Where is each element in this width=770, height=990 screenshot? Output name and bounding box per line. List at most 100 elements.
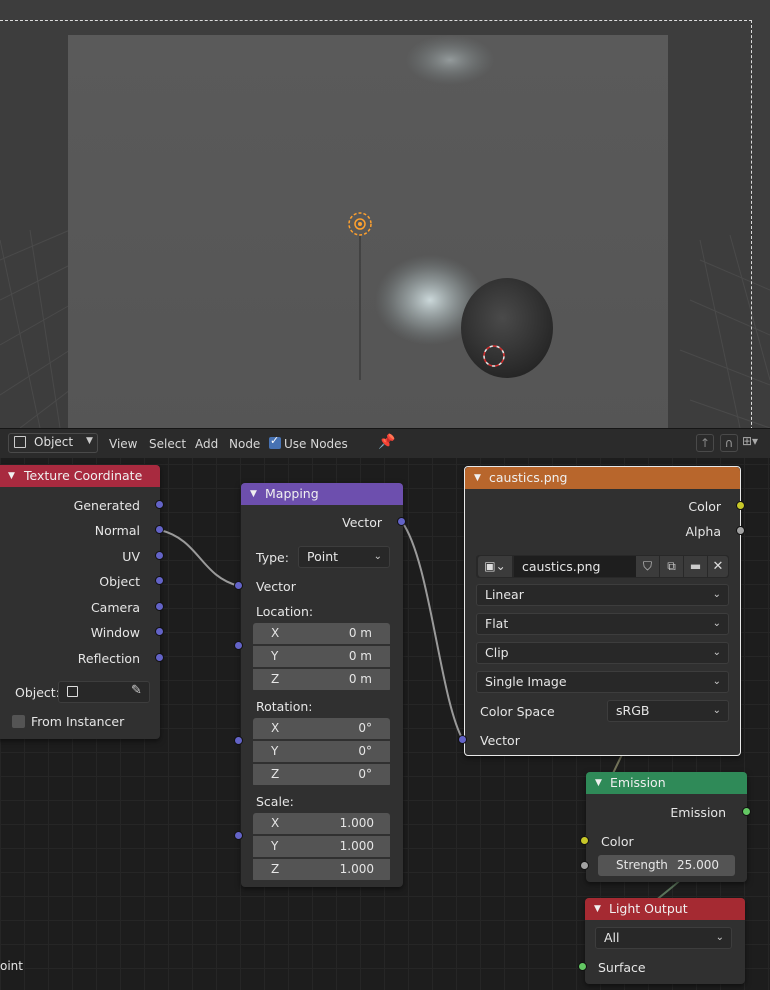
socket-emission-out[interactable] (742, 807, 751, 816)
field-value: 0 m (348, 649, 372, 663)
image-texture-header[interactable]: ▼ caustics.png (465, 467, 740, 489)
projection-dropdown[interactable]: Flat ⌄ (476, 613, 729, 635)
duplicate-icon[interactable]: ⧉ (660, 556, 683, 577)
use-nodes-checkbox[interactable]: ✓ (269, 434, 281, 449)
location-y-field[interactable]: Y 0 m (253, 646, 390, 667)
texture-coordinate-header[interactable]: ▼ Texture Coordinate (0, 465, 160, 487)
close-icon[interactable]: ✕ (708, 556, 728, 577)
snap-element-icon[interactable]: ⊞▾ (742, 434, 758, 448)
socket-emission-strength[interactable] (580, 861, 589, 870)
object-field[interactable]: ✎ (58, 681, 150, 703)
strength-field[interactable]: Strength 25.000 (598, 855, 735, 876)
socket-uv[interactable] (155, 551, 164, 560)
parent-node-tree-icon[interactable]: ↑ (696, 434, 714, 452)
socket-location[interactable] (234, 641, 243, 650)
socket-mapping-vector-out[interactable] (397, 517, 406, 526)
socket-image-color[interactable] (736, 501, 745, 510)
scale-z-field[interactable]: Z 1.000 (253, 859, 390, 880)
socket-surface[interactable] (578, 962, 587, 971)
output-window-label: Window (90, 625, 140, 640)
socket-camera[interactable] (155, 602, 164, 611)
socket-mapping-vector-in[interactable] (234, 581, 243, 590)
image-name-field[interactable]: caustics.png (514, 556, 636, 577)
mapping-type-value: Point (307, 549, 339, 564)
field-value: 0° (358, 721, 372, 735)
scale-y-field[interactable]: Y 1.000 (253, 836, 390, 857)
mapping-header[interactable]: ▼ Mapping (241, 483, 403, 505)
field-value: 1.000 (339, 816, 374, 830)
field-value: 0° (358, 744, 372, 758)
menu-add[interactable]: Add (195, 436, 218, 452)
output-camera-label: Camera (90, 600, 140, 615)
menu-view[interactable]: View (109, 436, 137, 452)
camera-frame (0, 20, 752, 428)
field-value: 0 m (348, 672, 372, 686)
socket-image-vector-in[interactable] (458, 735, 467, 744)
socket-image-alpha[interactable] (736, 526, 745, 535)
socket-emission-color[interactable] (580, 836, 589, 845)
socket-scale[interactable] (234, 831, 243, 840)
location-z-field[interactable]: Z 0 m (253, 669, 390, 690)
strength-label: Strength (616, 858, 668, 872)
collapse-triangle-icon[interactable]: ▼ (8, 465, 15, 487)
snapping-icon[interactable]: ∩ (720, 434, 738, 452)
type-label: Type: (256, 550, 289, 565)
socket-window[interactable] (155, 627, 164, 636)
field-value: 0 m (348, 626, 372, 640)
socket-rotation[interactable] (234, 736, 243, 745)
chevron-down-icon: ⌄ (712, 676, 721, 687)
rotation-x-field[interactable]: X 0° (253, 718, 390, 739)
interpolation-dropdown[interactable]: Linear ⌄ (476, 584, 729, 606)
mapping-type-dropdown[interactable]: Point ⌄ (298, 546, 390, 568)
socket-object[interactable] (155, 576, 164, 585)
chevron-down-icon: ⌄ (373, 551, 382, 562)
collapse-triangle-icon[interactable]: ▼ (595, 772, 602, 794)
rotation-z-field[interactable]: Z 0° (253, 764, 390, 785)
axis-label: Z (271, 862, 280, 876)
emission-header[interactable]: ▼ Emission (586, 772, 747, 794)
extension-dropdown[interactable]: Clip ⌄ (476, 642, 729, 664)
emission-color-label: Color (601, 834, 634, 849)
shader-type-select[interactable]: Object ▼ (8, 433, 98, 453)
chevron-down-icon: ⌄ (712, 618, 721, 629)
image-selector[interactable]: ▣⌄ caustics.png ⛉ ⧉ ▬ ✕ (476, 555, 729, 578)
checkmark-icon: ✓ (270, 434, 280, 447)
collapse-triangle-icon[interactable]: ▼ (250, 483, 257, 505)
output-object-label: Object (99, 574, 140, 589)
light-output-header[interactable]: ▼ Light Output (585, 898, 745, 920)
rotation-fields[interactable]: X 0° Y 0° Z 0° (253, 718, 390, 787)
pin-icon[interactable]: 📌 (378, 434, 395, 450)
menu-select[interactable]: Select (149, 436, 186, 452)
source-dropdown[interactable]: Single Image ⌄ (476, 671, 729, 693)
socket-generated[interactable] (155, 500, 164, 509)
location-x-field[interactable]: X 0 m (253, 623, 390, 644)
chevron-down-icon: ▼ (86, 436, 93, 446)
image-browse-icon[interactable]: ▣⌄ (478, 556, 512, 577)
projection-value: Flat (485, 616, 509, 631)
emission-output-label: Emission (670, 805, 726, 820)
node-title: Emission (610, 775, 666, 790)
chevron-down-icon: ⌄ (712, 705, 721, 716)
open-folder-icon[interactable]: ▬ (684, 556, 707, 577)
output-generated-label: Generated (73, 498, 140, 513)
location-fields[interactable]: X 0 m Y 0 m Z 0 m (253, 623, 390, 692)
rotation-y-field[interactable]: Y 0° (253, 741, 390, 762)
menu-node[interactable]: Node (229, 436, 260, 452)
axis-label: Y (271, 839, 279, 853)
chevron-down-icon: ⌄ (712, 589, 721, 600)
socket-normal[interactable] (155, 525, 164, 534)
output-target-dropdown[interactable]: All ⌄ (595, 927, 732, 949)
from-instancer-checkbox[interactable] (12, 715, 25, 728)
collapse-triangle-icon[interactable]: ▼ (474, 467, 481, 489)
mapping-output-vector-label: Vector (342, 515, 382, 530)
fake-user-icon[interactable]: ⛉ (636, 556, 659, 577)
color-space-dropdown[interactable]: sRGB ⌄ (607, 700, 729, 722)
scale-label: Scale: (256, 794, 294, 809)
eyedropper-icon[interactable]: ✎ (131, 683, 142, 698)
scale-x-field[interactable]: X 1.000 (253, 813, 390, 834)
color-space-label: Color Space (480, 704, 555, 719)
collapse-triangle-icon[interactable]: ▼ (594, 898, 601, 920)
3d-viewport[interactable] (0, 0, 770, 428)
scale-fields[interactable]: X 1.000 Y 1.000 Z 1.000 (253, 813, 390, 882)
socket-reflection[interactable] (155, 653, 164, 662)
